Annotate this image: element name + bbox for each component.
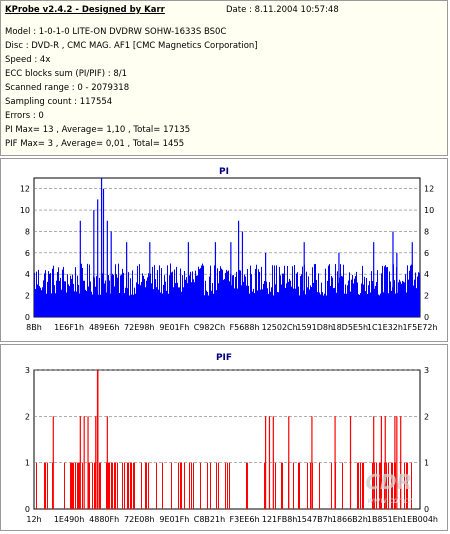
scanned-range-line: Scanned range : 0 - 2079318 [5,83,130,93]
y-tick-label-left: 0 [25,313,30,322]
x-tick-label: F5688h [230,323,260,332]
y-tick-label-right: 12 [424,185,434,194]
x-tick-label: 489E6h [89,323,119,332]
x-tick-label: 12h [26,515,41,524]
x-tick-label: 1866B2h [332,515,368,524]
x-tick-label: 18D5E5h [331,323,368,332]
y-tick-label-left: 12 [20,185,30,194]
y-tick-label-right: 2 [424,292,429,301]
y-tick-label-left: 0 [25,505,30,514]
y-tick-label-left: 3 [25,366,30,375]
x-tick-label: 1E6F1h [54,323,84,332]
x-tick-label: 72E98h [124,323,154,332]
x-tick-label: 1F5E72h [402,323,437,332]
pi-chart-panel: PI 0 0 2 2 4 4 6 6 8 8 10 10 12 12 8Bh 1E6F1h 489E6h 72E98… [0,158,448,342]
y-tick-label-right: 4 [424,270,429,279]
y-tick-label-right: 1 [424,459,429,468]
y-tick-label-left: 2 [25,412,30,421]
x-tick-label: 9E01Fh [159,515,189,524]
watermark-logo: CDR [365,470,412,494]
x-tick-label: 8Bh [26,323,42,332]
y-tick-label-right: 10 [424,206,434,215]
chart-title: PI [219,167,229,177]
y-tick-label-left: 2 [25,292,30,301]
x-tick-label: 9E01Fh [159,323,189,332]
y-tick-label-right: 2 [424,412,429,421]
model-line: Model : 1-0-1-0 LITE-ON DVDRW SOHW-1633S… [5,27,227,37]
x-tick-label: 4880Fh [89,515,119,524]
scan-date: Date : 8.11.2004 10:57:48 [226,5,339,15]
y-tick-label-right: 6 [424,249,429,258]
x-tick-label: 1547B7h [297,515,333,524]
x-tick-label: 72E08h [124,515,154,524]
y-tick-label-left: 4 [25,270,30,279]
y-tick-label-right: 0 [424,505,429,514]
x-tick-label: C982Ch [194,323,226,332]
pif-summary-line: PIF Max= 3 , Average= 0,01 , Total= 1455 [5,139,185,149]
app-title: KProbe v2.4.2 - Designed by Karr [5,5,165,15]
speed-line: Speed : 4x [5,55,51,65]
y-tick-label-left: 1 [25,459,30,468]
errors-line: Errors : 0 [5,111,44,121]
x-tick-label: C8B21h [194,515,225,524]
pi-chart: PI 0 0 2 2 4 4 6 6 8 8 10 10 12 12 8Bh 1E6F1h 489E6h 72E98… [20,167,438,332]
x-tick-label: 121FB8h [262,515,298,524]
pi-summary-line: PI Max= 13 , Average= 1,10 , Total= 1713… [5,125,191,135]
y-tick-label-right: 8 [424,227,429,236]
x-tick-label: 1C1E32h [367,323,403,332]
y-tick-label-left: 6 [25,249,30,258]
y-tick-label-left: 8 [25,227,30,236]
x-tick-label: 1EB004h [402,515,438,524]
pif-chart: PIF 0 0 1 1 2 2 3 3 12h 1E490h 4880Fh 72E08h 9E01Fh C8… [25,353,438,524]
y-tick-label-right: 0 [424,313,429,322]
x-tick-label: 1591D8h [296,323,333,332]
sampling-count-line: Sampling count : 117554 [5,97,113,107]
x-tick-label: 1E490h [54,515,84,524]
x-tick-label: 1B851Eh [367,515,403,524]
disc-info-panel: KProbe v2.4.2 - Designed by Karr Date : … [0,0,448,156]
watermark-url: www.cdr.cz [367,496,413,505]
pif-chart-panel: PIF 0 0 1 1 2 2 3 3 12h 1E490h 4880Fh 72E08h 9E01Fh C8… [0,344,448,531]
y-tick-label-right: 3 [424,366,429,375]
x-tick-label: 12502Ch [262,323,298,332]
y-tick-label-left: 10 [20,206,30,215]
chart-title: PIF [216,353,232,363]
ecc-line: ECC blocks sum (PI/PIF) : 8/1 [5,69,128,79]
disc-line: Disc : DVD-R , CMC MAG. AF1 [CMC Magneti… [5,41,258,51]
x-tick-label: F3EE6h [230,515,260,524]
